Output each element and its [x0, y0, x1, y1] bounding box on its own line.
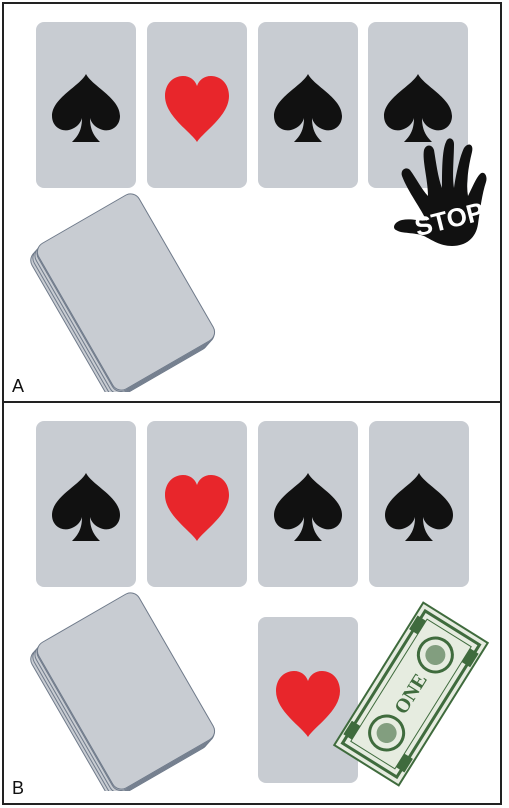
- card-b-1: [36, 421, 136, 587]
- card-deck: [30, 193, 216, 392]
- heart-icon: [165, 475, 229, 541]
- spade-icon: [385, 473, 453, 541]
- stop-hand-icon: STOP: [394, 138, 487, 246]
- panel-a: STOP A: [2, 2, 502, 403]
- panel-label-b: B: [12, 778, 25, 798]
- dollar-bill-icon: ONE: [332, 601, 490, 787]
- card-b-2: [147, 421, 247, 587]
- heart-icon: [165, 76, 229, 142]
- card-b-4: [369, 421, 469, 587]
- card-deck: [30, 592, 216, 791]
- card-a-3: [258, 22, 358, 188]
- card-a-1: [36, 22, 136, 188]
- panel-label-a: A: [12, 376, 25, 396]
- card-b-3: [258, 421, 358, 587]
- spade-icon: [274, 473, 342, 541]
- card-a-2: [147, 22, 247, 188]
- spade-icon: [52, 74, 120, 142]
- panel-b: ONE B: [2, 401, 502, 805]
- spade-icon: [274, 74, 342, 142]
- spade-icon: [52, 473, 120, 541]
